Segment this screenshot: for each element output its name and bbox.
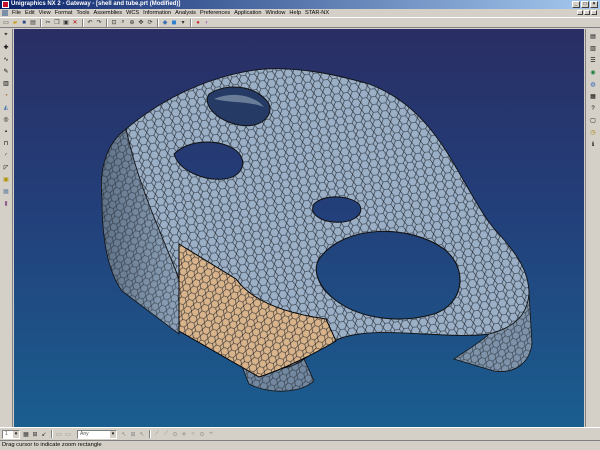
system-icon[interactable]: ▢ [589, 116, 598, 125]
menu-star-nx[interactable]: STAR-NX [303, 10, 331, 16]
snap-center-icon[interactable]: ↖ [120, 430, 128, 438]
layer-icon[interactable]: ▾ [179, 19, 187, 27]
select-icon[interactable]: ⌖ [2, 31, 11, 40]
extrude-icon[interactable]: ▥ [2, 79, 11, 88]
chamfer-icon[interactable]: ◸ [2, 163, 11, 172]
cut-icon[interactable]: ✂ [44, 19, 52, 27]
menu-window[interactable]: Window [264, 10, 288, 16]
shaded-icon[interactable]: ◼ [170, 19, 178, 27]
mesh-icon[interactable]: ▦ [2, 187, 11, 196]
snap-point-icon[interactable]: ⊞ [129, 430, 137, 438]
left-toolbar: ⌖ ✚ ∿ ✎ ▥ ◔ ◭ ◎ ▪ ⊓ ◜ ◸ ▣ ▦ ▮ [0, 29, 13, 427]
snap-end-icon[interactable]: ▭ [55, 430, 63, 438]
menu-edit[interactable]: Edit [23, 10, 37, 16]
snap-plus-icon[interactable]: ○ [189, 430, 197, 438]
menu-information[interactable]: Information [141, 10, 173, 16]
layer-combo[interactable]: 1 ▾ [2, 429, 20, 439]
menu-view[interactable]: View [37, 10, 53, 16]
sketch-icon[interactable]: ✎ [2, 67, 11, 76]
menu-wcs[interactable]: WCS [124, 10, 141, 16]
menu-tools[interactable]: Tools [74, 10, 91, 16]
menu-help[interactable]: Help [287, 10, 303, 16]
open-icon[interactable]: ▰ [11, 19, 19, 27]
curve-icon[interactable]: ∿ [2, 55, 11, 64]
pan-icon[interactable]: ✥ [137, 19, 145, 27]
main-toolbar: ▭ ▰ ■ ▤ ✂ ❐ ▣ ✕ ↶ ↷ ⊡ ⌕ ⊕ ✥ ⟳ ◆ ◼ ▾ ● ◐ [0, 17, 600, 28]
filter-icon[interactable]: ▦ [22, 430, 30, 438]
selection-toolbar: 1 ▾ ▦ ⊞ ↙ ▭ ▭ Any ▾ ↖ ⊞ ↖ ⟋ ⟋ ⊙ ✛ ○ ⊙ + [0, 427, 600, 440]
status-text: Drag cursor to indicate zoom rectangle [2, 442, 102, 448]
doc-minimize-button[interactable] [577, 10, 583, 15]
copy-icon[interactable]: ❐ [53, 19, 61, 27]
show-hide-icon[interactable]: ◐ [203, 19, 211, 27]
pocket-icon[interactable]: ⊓ [2, 139, 11, 148]
snap-center2-icon[interactable]: ⊙ [198, 430, 206, 438]
info-icon[interactable]: ℹ [589, 140, 598, 149]
app-icon[interactable] [2, 1, 9, 8]
deselect-icon[interactable]: ↙ [40, 430, 48, 438]
document-icon[interactable] [2, 10, 8, 16]
close-button[interactable]: × [590, 1, 598, 8]
snap-existing-icon[interactable]: ⟋ [162, 430, 170, 438]
hole-icon[interactable]: ◎ [2, 115, 11, 124]
web-icon[interactable]: ◍ [589, 80, 598, 89]
zoom-window-icon[interactable]: ⊕ [128, 19, 136, 27]
part-navigator-icon[interactable]: ▥ [589, 44, 598, 53]
type-filter-combo[interactable]: Any ▾ [77, 429, 117, 439]
assembly-navigator-icon[interactable]: ▤ [589, 32, 598, 41]
snap-arc-icon[interactable]: ⊙ [171, 430, 179, 438]
layer-combo-value: 1 [5, 430, 8, 437]
fit-icon[interactable]: ⊡ [110, 19, 118, 27]
palette-icon[interactable]: ▦ [589, 92, 598, 101]
menu-file[interactable]: File [10, 10, 23, 16]
menu-analysis[interactable]: Analysis [173, 10, 198, 16]
roles-icon[interactable]: ☰ [589, 56, 598, 65]
blend-icon[interactable]: ◜ [2, 151, 11, 160]
rotate-icon[interactable]: ⟳ [146, 19, 154, 27]
window-title: Unigraphics NX 2 - Gateway - [shell and … [11, 1, 181, 7]
minimize-button[interactable]: _ [572, 1, 580, 8]
select-all-icon[interactable]: ⊞ [31, 430, 39, 438]
maximize-button[interactable]: □ [581, 1, 589, 8]
graphics-window[interactable] [14, 29, 584, 427]
snap-mid-icon[interactable]: ▭ [64, 430, 72, 438]
type-filter-combo-value: Any [80, 430, 89, 437]
save-icon[interactable]: ■ [20, 19, 28, 27]
history-icon[interactable]: ◉ [589, 68, 598, 77]
zoom-icon[interactable]: ⌕ [119, 19, 127, 27]
paste-icon[interactable]: ▣ [62, 19, 70, 27]
menu-application[interactable]: Application [232, 10, 263, 16]
menu-format[interactable]: Format [53, 10, 75, 16]
print-icon[interactable]: ▤ [29, 19, 37, 27]
status-bar: Drag cursor to indicate zoom rectangle [0, 440, 600, 450]
revolve-icon[interactable]: ◔ [2, 91, 11, 100]
menu-preferences[interactable]: Preferences [198, 10, 232, 16]
snap-quadrant-icon[interactable]: ↖ [138, 430, 146, 438]
snap-intersect-icon[interactable]: ⟋ [153, 430, 161, 438]
sweep-icon[interactable]: ◭ [2, 103, 11, 112]
boss-icon[interactable]: ▪ [2, 127, 11, 136]
menu-bar: File Edit View Format Tools Assemblies W… [0, 9, 600, 17]
delete-icon[interactable]: ✕ [71, 19, 79, 27]
resource-bar: ▤ ▥ ☰ ◉ ◍ ▦ ? ▢ ◷ ℹ [585, 29, 600, 427]
doc-restore-button[interactable] [584, 10, 590, 15]
render-style-icon[interactable]: ◆ [161, 19, 169, 27]
clock-icon[interactable]: ◷ [589, 128, 598, 137]
color-icon[interactable]: ● [194, 19, 202, 27]
undo-icon[interactable]: ↶ [86, 19, 94, 27]
help-icon[interactable]: ? [589, 104, 598, 113]
shell-icon[interactable]: ▣ [2, 175, 11, 184]
doc-close-button[interactable] [591, 10, 597, 15]
snap-face-icon[interactable]: ✛ [180, 430, 188, 438]
meshed-part-view [101, 68, 533, 392]
menu-assemblies[interactable]: Assemblies [91, 10, 124, 16]
part-icon[interactable]: ▮ [2, 199, 11, 208]
new-icon[interactable]: ▭ [2, 19, 10, 27]
redo-icon[interactable]: ↷ [95, 19, 103, 27]
title-bar: Unigraphics NX 2 - Gateway - [shell and … [0, 0, 600, 9]
snap-add-icon[interactable]: + [207, 430, 215, 438]
point-icon[interactable]: ✚ [2, 43, 11, 52]
